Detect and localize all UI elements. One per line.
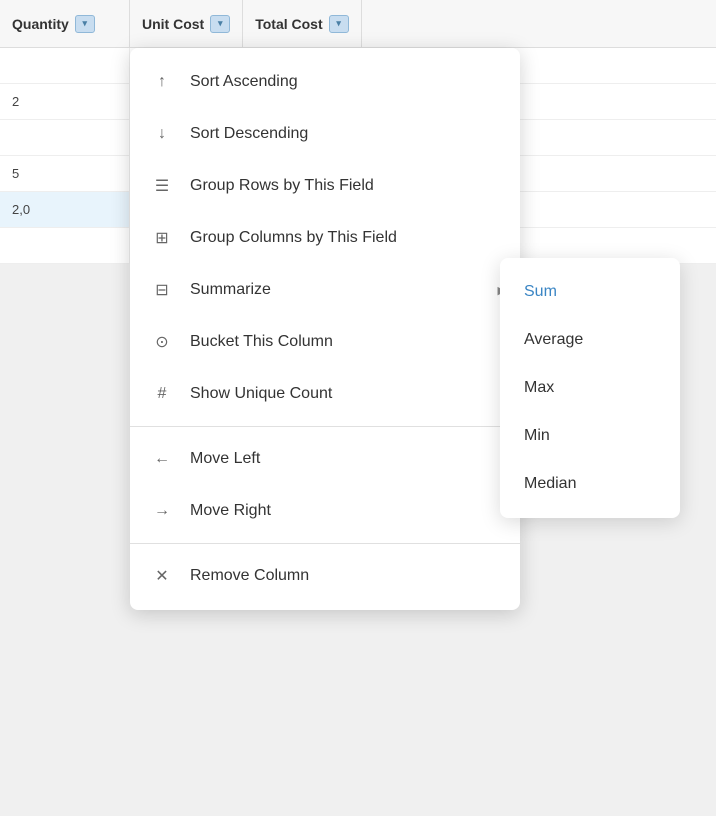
submenu-item-average[interactable]: Average: [500, 316, 680, 364]
cell-qty-1: 2: [0, 84, 130, 119]
group-rows-icon: ☰: [150, 176, 174, 196]
cell-qty-0: [0, 48, 130, 83]
summarize-label: Summarize: [190, 281, 271, 299]
unit-cost-dropdown-btn[interactable]: ▾: [210, 15, 230, 33]
summarize-icon: ⊟: [150, 280, 174, 300]
sort-asc-icon: ↑: [150, 73, 174, 91]
menu-item-move-right[interactable]: → Move Right: [130, 485, 520, 537]
group-rows-label: Group Rows by This Field: [190, 177, 374, 195]
menu-item-bucket[interactable]: ⊙ Bucket This Column: [130, 316, 520, 368]
unique-count-icon: #: [150, 385, 174, 403]
cell-qty-5: [0, 228, 130, 263]
submenu-item-min[interactable]: Min: [500, 412, 680, 460]
col-label-total-cost: Total Cost: [255, 16, 322, 32]
group-cols-icon: ⊞: [150, 228, 174, 248]
sort-desc-icon: ↓: [150, 125, 174, 143]
total-cost-dropdown-btn[interactable]: ▾: [329, 15, 349, 33]
menu-item-group-cols[interactable]: ⊞ Group Columns by This Field: [130, 212, 520, 264]
table-header: Quantity ▾ Unit Cost ▾ Total Cost ▾: [0, 0, 716, 48]
menu-item-remove-col[interactable]: ✕ Remove Column: [130, 550, 520, 602]
menu-item-group-rows[interactable]: ☰ Group Rows by This Field: [130, 160, 520, 212]
quantity-dropdown-btn[interactable]: ▾: [75, 15, 95, 33]
col-header-total-cost: Total Cost ▾: [243, 0, 361, 47]
col-header-unit-cost: Unit Cost ▾: [130, 0, 243, 47]
col-label-quantity: Quantity: [12, 16, 69, 32]
menu-item-sort-desc[interactable]: ↓ Sort Descending: [130, 108, 520, 160]
move-left-icon: ←: [150, 450, 174, 468]
dropdown-arrow-icon: ▾: [83, 18, 88, 29]
dropdown-arrow-icon-3: ▾: [336, 18, 341, 29]
group-cols-label: Group Columns by This Field: [190, 229, 397, 247]
cell-qty-3: 5: [0, 156, 130, 191]
remove-col-icon: ✕: [150, 566, 174, 586]
menu-divider: [130, 543, 520, 544]
menu-item-sort-asc[interactable]: ↑ Sort Ascending: [130, 56, 520, 108]
remove-col-label: Remove Column: [190, 567, 309, 585]
menu-item-unique-count[interactable]: # Show Unique Count: [130, 368, 520, 420]
move-right-icon: →: [150, 502, 174, 520]
col-header-quantity: Quantity ▾: [0, 0, 130, 47]
menu-item-summarize[interactable]: ⊟ Summarize: [130, 264, 520, 316]
summarize-submenu: SumAverageMaxMinMedian: [500, 258, 680, 518]
col-label-unit-cost: Unit Cost: [142, 16, 204, 32]
unique-count-label: Show Unique Count: [190, 385, 332, 403]
submenu-item-sum[interactable]: Sum: [500, 268, 680, 316]
dropdown-arrow-icon-2: ▾: [218, 18, 223, 29]
bucket-label: Bucket This Column: [190, 333, 333, 351]
bucket-icon: ⊙: [150, 332, 174, 352]
submenu-item-max[interactable]: Max: [500, 364, 680, 412]
menu-divider: [130, 426, 520, 427]
cell-qty-2: [0, 120, 130, 155]
sort-asc-label: Sort Ascending: [190, 73, 298, 91]
menu-item-move-left[interactable]: ← Move Left: [130, 433, 520, 485]
move-left-label: Move Left: [190, 450, 260, 468]
column-dropdown-menu: ↑ Sort Ascending ↓ Sort Descending ☰ Group Ro…: [130, 48, 520, 610]
cell-qty-4: 2,0: [0, 192, 130, 227]
move-right-label: Move Right: [190, 502, 271, 520]
submenu-item-median[interactable]: Median: [500, 460, 680, 508]
sort-desc-label: Sort Descending: [190, 125, 308, 143]
